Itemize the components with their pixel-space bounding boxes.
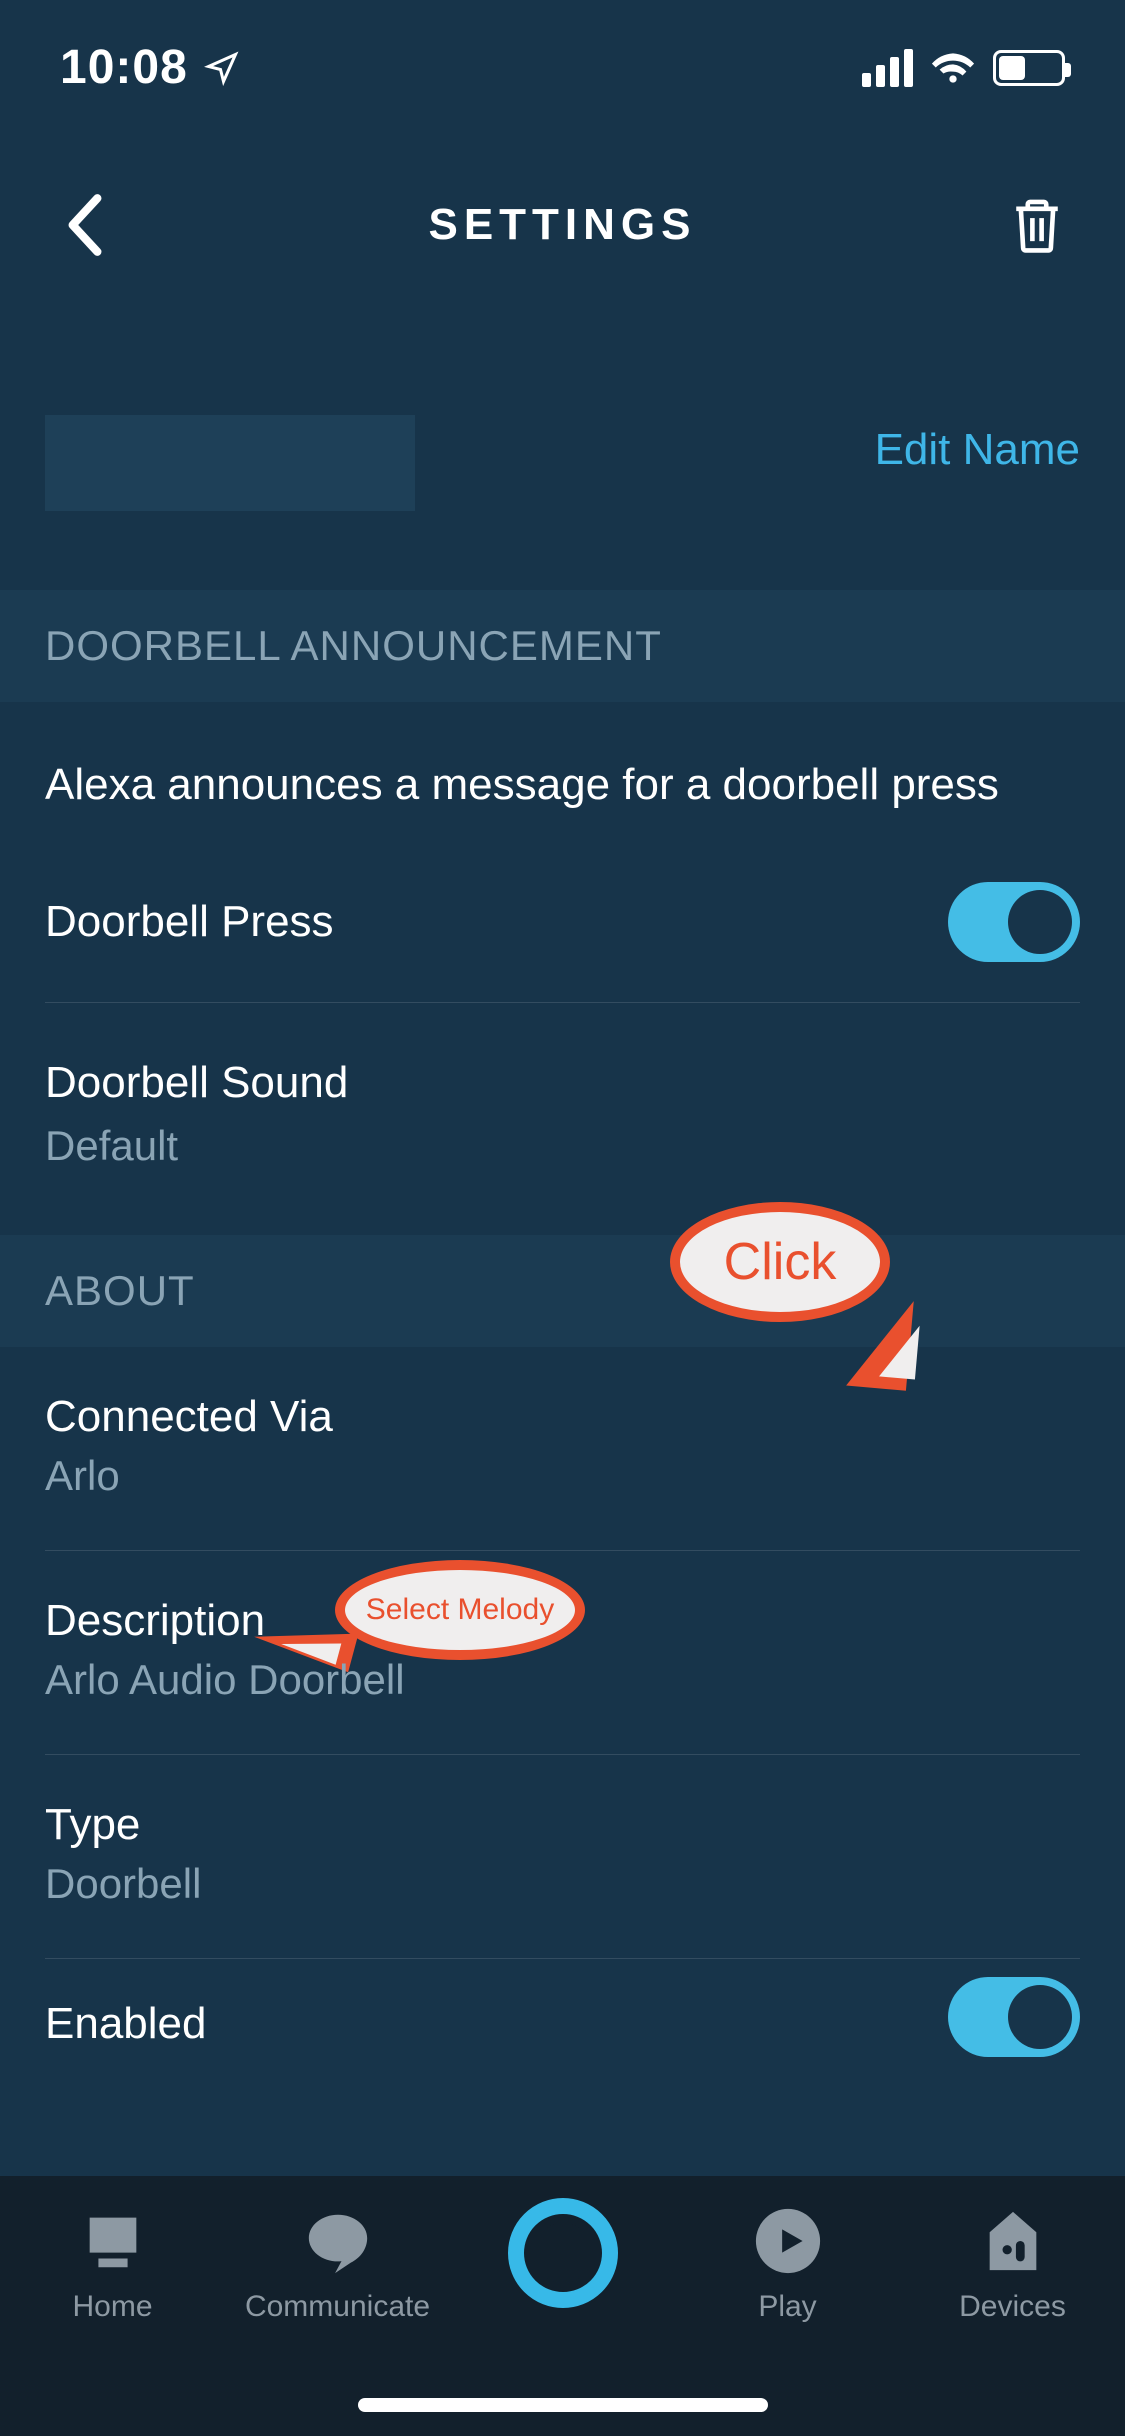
tab-communicate-label: Communicate <box>245 2290 430 2324</box>
tab-alexa[interactable] <box>450 2198 675 2308</box>
status-bar-right <box>862 46 1065 90</box>
clock-time: 10:08 <box>60 40 188 95</box>
cellular-icon <box>862 49 913 87</box>
edit-name-link[interactable]: Edit Name <box>875 425 1080 475</box>
doorbell-press-row: Doorbell Press <box>45 842 1080 1002</box>
about-connected-via-label: Connected Via <box>45 1392 1080 1442</box>
alexa-ring-icon <box>508 2198 618 2308</box>
about-enabled-toggle[interactable] <box>948 1977 1080 2057</box>
devices-icon <box>978 2206 1048 2276</box>
content-area: Edit Name DOORBELL ANNOUNCEMENT Alexa an… <box>0 315 1125 2176</box>
back-button[interactable] <box>40 170 130 280</box>
delete-button[interactable] <box>989 175 1085 275</box>
tab-play[interactable]: Play <box>675 2206 900 2324</box>
about-connected-via-value: Arlo <box>45 1452 1080 1500</box>
about-description-value: Arlo Audio Doorbell <box>45 1656 1080 1704</box>
doorbell-section: Alexa announces a message for a doorbell… <box>0 702 1125 1235</box>
home-icon <box>78 2206 148 2276</box>
about-enabled-label: Enabled <box>45 1999 1080 2049</box>
status-bar: 10:08 <box>0 0 1125 135</box>
battery-icon <box>993 50 1065 86</box>
doorbell-press-toggle[interactable] <box>948 882 1080 962</box>
speech-bubble-icon <box>303 2206 373 2276</box>
location-icon <box>204 50 240 86</box>
wifi-icon <box>931 46 975 90</box>
doorbell-press-label: Doorbell Press <box>45 897 1080 947</box>
about-connected-via-row: Connected Via Arlo <box>45 1347 1080 1550</box>
page-title: SETTINGS <box>428 200 696 250</box>
about-type-label: Type <box>45 1800 1080 1850</box>
tab-devices[interactable]: Devices <box>900 2206 1125 2324</box>
nav-header: SETTINGS <box>0 135 1125 315</box>
tab-communicate[interactable]: Communicate <box>225 2206 450 2324</box>
home-indicator[interactable] <box>358 2398 768 2412</box>
section-header-about: ABOUT <box>0 1235 1125 1347</box>
about-type-value: Doorbell <box>45 1860 1080 1908</box>
device-name-field[interactable] <box>45 415 415 511</box>
section-header-doorbell: DOORBELL ANNOUNCEMENT <box>0 590 1125 702</box>
play-icon <box>753 2206 823 2276</box>
tab-devices-label: Devices <box>959 2290 1066 2324</box>
tab-home-label: Home <box>72 2290 152 2324</box>
tab-home[interactable]: Home <box>0 2206 225 2324</box>
about-section: Connected Via Arlo Description Arlo Audi… <box>0 1347 1125 2074</box>
doorbell-description: Alexa announces a message for a doorbell… <box>45 702 1080 842</box>
doorbell-sound-label: Doorbell Sound <box>45 1058 1080 1108</box>
about-description-row: Description Arlo Audio Doorbell <box>45 1551 1080 1754</box>
about-description-label: Description <box>45 1596 1080 1646</box>
doorbell-sound-value: Default <box>45 1122 1080 1170</box>
doorbell-sound-row[interactable]: Doorbell Sound Default <box>45 1003 1080 1235</box>
status-bar-left: 10:08 <box>60 40 240 95</box>
about-enabled-row: Enabled <box>45 1959 1080 2074</box>
device-name-row: Edit Name <box>0 315 1125 590</box>
tab-play-label: Play <box>758 2290 816 2324</box>
tab-bar: Home Communicate Play Devices <box>0 2176 1125 2436</box>
about-type-row: Type Doorbell <box>45 1755 1080 1958</box>
